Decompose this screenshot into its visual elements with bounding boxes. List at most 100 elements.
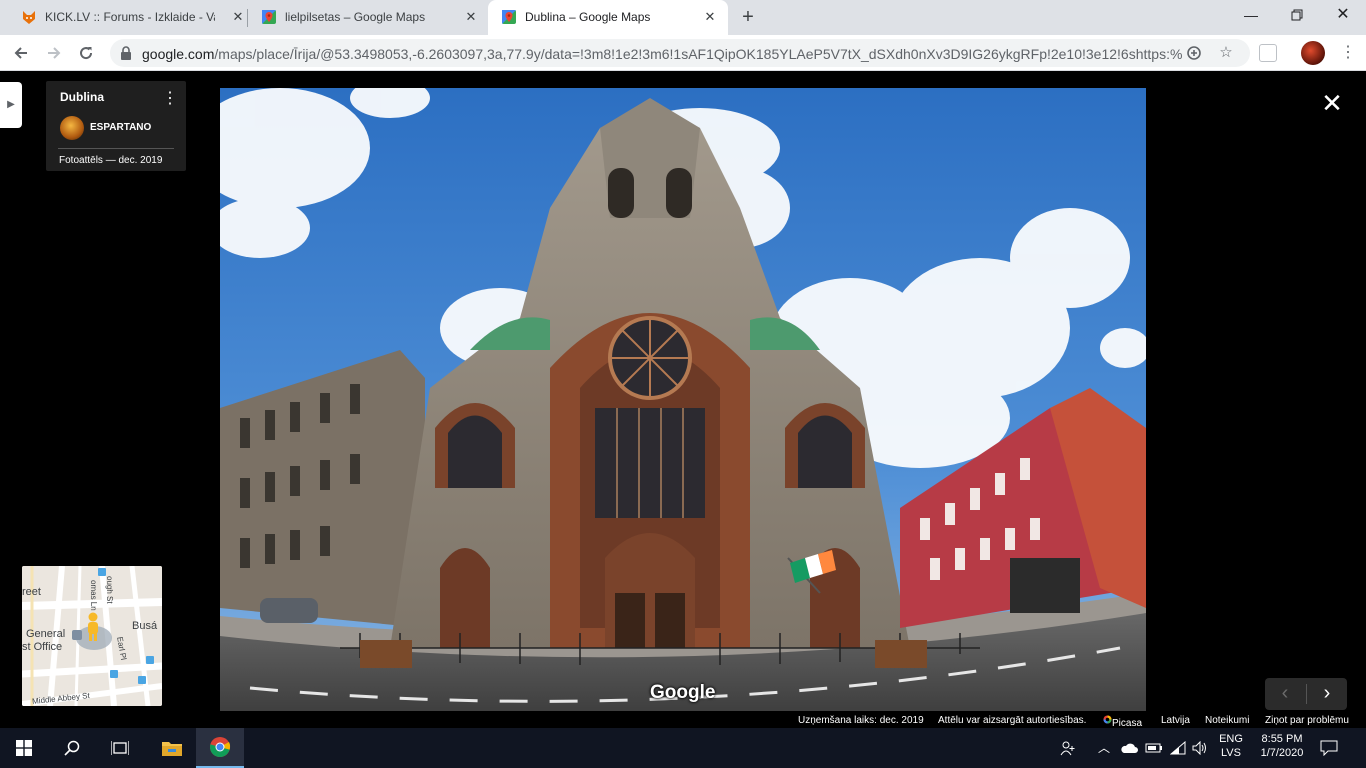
plus-circle-icon — [1187, 46, 1201, 60]
belfry-window — [608, 168, 634, 218]
windows-taskbar: ︿ ENG LVS 8:55 PM 1/7/2020 — [0, 728, 1366, 768]
tab-kick[interactable]: KICK.LV :: Forums - Izklaide - Vals ✕ — [8, 0, 248, 35]
back-arrow-icon — [14, 47, 27, 59]
maps-icon — [502, 10, 516, 24]
close-tab-icon[interactable]: ✕ — [702, 9, 718, 25]
people-glyph — [1060, 741, 1075, 756]
tab-title: KICK.LV :: Forums - Izklaide - Vals — [45, 10, 215, 24]
browser-toolbar: google.com/maps/place/Īrija/@53.3498053,… — [0, 35, 1366, 71]
picasa-icon — [1103, 715, 1112, 724]
address-bar[interactable]: google.com/maps/place/Īrija/@53.3498053,… — [110, 39, 1250, 67]
google-watermark: Google — [650, 682, 716, 703]
map-label: General — [26, 628, 66, 640]
task-view-button[interactable] — [96, 728, 144, 768]
tall-window — [595, 408, 705, 518]
search-icon — [64, 740, 80, 756]
photo-date: Fotoattēls — dec. 2019 — [59, 155, 163, 166]
photo-viewer: ▶ Dublina ⋮ ESPARTANO Fotoattēls — dec. … — [0, 72, 1366, 729]
wifi-glyph — [1169, 740, 1186, 755]
search-button[interactable] — [48, 728, 96, 768]
battery-icon[interactable] — [1145, 728, 1163, 768]
author-avatar[interactable] — [60, 116, 84, 140]
people-icon[interactable] — [1060, 728, 1080, 768]
keyboard-layout: LVS — [1221, 747, 1241, 759]
back-button[interactable] — [9, 41, 33, 65]
speaker-glyph — [1192, 740, 1206, 756]
country-link[interactable]: Latvija — [1161, 715, 1190, 726]
forward-button[interactable] — [42, 41, 66, 65]
belfry-window — [666, 168, 692, 218]
mini-map[interactable]: reet General st Office Busá ough St omas… — [22, 566, 162, 706]
chrome-icon — [210, 737, 231, 758]
side-door-left — [440, 548, 490, 648]
expand-side-panel-button[interactable]: ▶ — [0, 82, 22, 128]
next-photo-button[interactable]: › — [1307, 678, 1347, 710]
capture-date: Uzņemšana laiks: dec. 2019 — [798, 715, 924, 726]
viewer-footer: Uzņemšana laiks: dec. 2019 Attēlu var ai… — [0, 712, 1366, 729]
close-tab-icon[interactable]: ✕ — [463, 9, 479, 25]
file-explorer-button[interactable] — [148, 728, 196, 768]
profile-avatar[interactable] — [1301, 41, 1325, 65]
place-name[interactable]: Dublina — [60, 90, 104, 104]
report-problem-link[interactable]: Ziņot par problēmu — [1265, 715, 1349, 726]
language-code: ENG — [1219, 733, 1243, 745]
photo-info-card: Dublina ⋮ ESPARTANO Fotoattēls — dec. 20… — [46, 81, 186, 171]
windows-logo-icon — [16, 740, 32, 756]
copyright-notice: Attēlu var aizsargāt autortiesības. — [938, 715, 1087, 726]
parked-car — [260, 598, 318, 623]
close-viewer-icon[interactable]: ✕ — [1320, 90, 1344, 116]
pegman-icon[interactable] — [84, 612, 102, 642]
author-name[interactable]: ESPARTANO — [90, 122, 151, 133]
more-options-icon[interactable]: ⋮ — [162, 90, 178, 110]
divider — [58, 148, 174, 149]
photo-navigation: ‹ › — [1265, 678, 1347, 710]
action-center-icon[interactable] — [1320, 728, 1348, 768]
url-path: /maps/place/Īrija/@53.3498053,-6.2603097… — [214, 46, 1182, 62]
clock[interactable]: 8:55 PM 1/7/2020 — [1254, 728, 1310, 768]
bookmark-star-icon[interactable]: ☆ — [1217, 44, 1235, 62]
picasa-link[interactable]: Picasa — [1103, 715, 1142, 729]
battery-glyph — [1145, 743, 1162, 753]
chrome-menu-icon[interactable]: ⋮ — [1338, 42, 1358, 64]
restore-button[interactable] — [1274, 0, 1320, 30]
extension-icon[interactable] — [1259, 44, 1277, 62]
zoom-icon[interactable] — [1185, 44, 1203, 62]
language-indicator[interactable]: ENG LVS — [1216, 728, 1246, 768]
reload-button[interactable] — [74, 41, 98, 65]
clock-date: 1/7/2020 — [1260, 747, 1304, 759]
close-window-button[interactable]: ✕ — [1320, 0, 1366, 30]
door-right — [655, 593, 685, 648]
wifi-icon[interactable] — [1169, 728, 1186, 768]
url-text[interactable]: google.com/maps/place/Īrija/@53.3498053,… — [142, 46, 1182, 62]
new-tab-button[interactable]: + — [737, 6, 759, 28]
clock-time: 8:55 PM — [1261, 733, 1303, 745]
shop-front — [1010, 558, 1080, 613]
tab-lielpilsetas[interactable]: lielpilsetas – Google Maps ✕ — [248, 0, 488, 35]
tab-dublina[interactable]: Dublina – Google Maps ✕ — [488, 0, 728, 35]
tab-strip: KICK.LV :: Forums - Izklaide - Vals ✕ li… — [0, 0, 1366, 35]
folder-icon — [162, 742, 182, 756]
planter-right — [875, 640, 927, 668]
minimize-button[interactable]: — — [1228, 0, 1274, 30]
planter-left — [360, 640, 412, 668]
lock-icon — [121, 46, 131, 60]
map-label: Busá — [132, 620, 158, 632]
show-hidden-icons-icon[interactable]: ︿ — [1096, 728, 1112, 768]
chrome-taskbar-button[interactable] — [196, 728, 244, 768]
left-window — [448, 415, 502, 488]
map-label: st Office — [22, 641, 63, 653]
right-window — [798, 415, 852, 488]
terms-link[interactable]: Noteikumi — [1205, 715, 1249, 726]
door-left — [615, 593, 645, 648]
map-label: omas Ln — [89, 580, 98, 611]
previous-photo-button[interactable]: ‹ — [1265, 678, 1305, 710]
tab-title: lielpilsetas – Google Maps — [285, 10, 426, 24]
close-tab-icon[interactable]: ✕ — [230, 9, 246, 25]
forward-arrow-icon — [48, 47, 61, 59]
task-view-icon — [111, 741, 129, 755]
volume-icon[interactable] — [1192, 728, 1210, 768]
maps-icon — [262, 10, 276, 24]
panorama-photo[interactable] — [220, 88, 1146, 711]
onedrive-icon[interactable] — [1120, 728, 1138, 768]
start-button[interactable] — [0, 728, 48, 768]
